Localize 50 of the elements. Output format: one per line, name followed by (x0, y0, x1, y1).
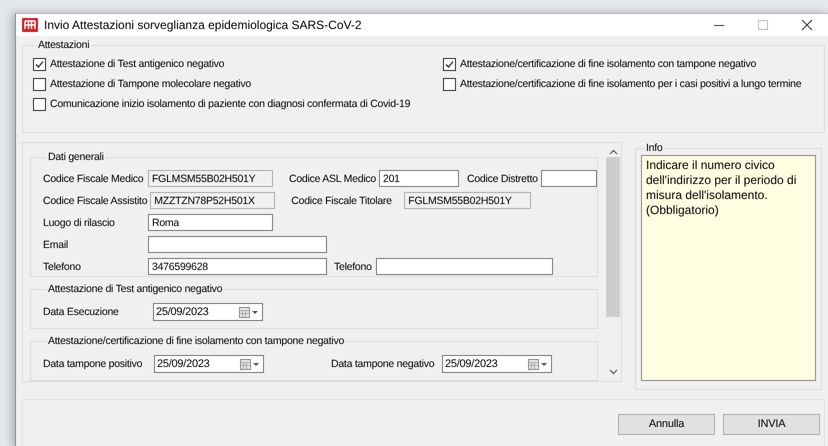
date-picker[interactable]: 25/09/2023 (442, 355, 552, 373)
input-field[interactable] (540, 170, 597, 187)
field-label: Codice ASL Medico (289, 172, 377, 184)
input-field[interactable]: 3476599628 (148, 258, 327, 275)
group-title: Attestazione di Test antigenico negativo (47, 283, 224, 295)
checkbox-label[interactable]: Attestazione/certificazione di fine isolamento con tampone negativo (460, 58, 756, 70)
checkbox-label[interactable]: Attestazione di Test antigenico negativo (50, 58, 224, 70)
field-label: Codice Fiscale Medico (43, 172, 144, 184)
checkbox[interactable] (33, 98, 46, 110)
input-field[interactable] (148, 236, 327, 253)
checkbox-label[interactable]: Attestazione di Tampone molecolare negativo (50, 78, 251, 90)
scroll-up-icon (608, 149, 618, 155)
checkbox[interactable] (443, 78, 456, 90)
field-label: Email (43, 238, 70, 250)
date-picker[interactable]: 25/09/2023 (154, 355, 264, 373)
checkbox[interactable] (443, 58, 456, 70)
field-label: Data tampone negativo (331, 358, 436, 370)
date-picker[interactable]: 25/09/2023 (153, 303, 263, 321)
input-field[interactable]: Roma (148, 214, 273, 231)
calendar-dropdown-icon (240, 358, 260, 370)
group-title: Info (645, 142, 664, 154)
scroll-thumb[interactable] (606, 157, 620, 317)
readonly-field[interactable]: MZZTZN78P52H501X (150, 192, 276, 209)
field-label: Luogo di rilascio (43, 216, 116, 228)
readonly-field[interactable]: FGLMSM55B02H501Y (148, 170, 273, 187)
dialog-button[interactable]: Annulla (618, 414, 715, 434)
readonly-field[interactable]: FGLMSM55B02H501Y (404, 192, 532, 209)
dialog-button[interactable]: INVIA (723, 414, 820, 434)
info-text: Indicare il numero civico dell'indirizzo per il periodo di misura dell'isolamento. (Obbligatorio) (641, 155, 816, 381)
checkbox-label[interactable]: Attestazione/certificazione di fine isolamento per i casi positivi a lungo termine (460, 78, 802, 90)
field-label: Telefono (43, 260, 82, 272)
checkbox-label[interactable]: Comunicazione inizio isolamento di paziente con diagnosi confermata di Covid-19 (50, 98, 410, 110)
app-logo-icon (22, 18, 38, 32)
input-field[interactable] (376, 258, 553, 275)
group-title: Attestazioni (37, 39, 90, 51)
scroll-down-icon (608, 369, 618, 375)
checkbox[interactable] (33, 78, 46, 90)
field-label: Codice Fiscale Assistito (43, 194, 148, 206)
group-title: Attestazione/certificazione di fine isolamento con tampone negativo (47, 335, 346, 347)
window-title: Invio Attestazioni sorveglianza epidemiologica SARS-CoV-2 (44, 18, 363, 32)
field-label: Data tampone positivo (43, 358, 144, 370)
group-title: Dati generali (47, 151, 105, 163)
field-label: Codice Fiscale Titolare (291, 194, 393, 206)
field-label: Data Esecuzione (43, 306, 120, 318)
field-label: Telefono (334, 260, 373, 272)
input-field[interactable]: 201 (379, 170, 459, 187)
calendar-dropdown-icon (239, 306, 259, 318)
checkbox[interactable] (33, 58, 46, 70)
calendar-dropdown-icon (528, 358, 548, 370)
field-label: Codice Distretto (467, 172, 539, 184)
